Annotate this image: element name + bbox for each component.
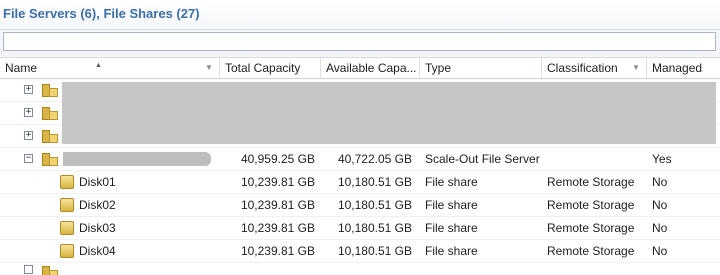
total-capacity-cell: 10,239.81 GB <box>240 244 315 258</box>
managed-cell: No <box>652 221 668 235</box>
share-row[interactable]: Disk04 10,239.81 GB 10,180.51 GB File sh… <box>0 240 720 263</box>
total-capacity-cell: 10,239.81 GB <box>240 221 315 235</box>
expand-icon[interactable]: + <box>24 130 33 140</box>
collapse-icon[interactable]: − <box>24 153 33 163</box>
share-row[interactable]: Disk01 10,239.81 GB 10,180.51 GB File sh… <box>0 171 720 194</box>
filter-bar <box>0 30 720 57</box>
managed-cell: No <box>652 244 668 258</box>
share-row[interactable]: Disk03 10,239.81 GB 10,180.51 GB File sh… <box>0 217 720 240</box>
column-header-label: Available Capa... <box>326 61 417 75</box>
managed-cell: No <box>652 175 668 189</box>
column-header-row: Name ▲ ▼ Total Capacity Available Capa..… <box>0 57 720 79</box>
filter-dropdown-icon[interactable]: ▼ <box>632 58 640 78</box>
file-share-icon <box>60 175 74 189</box>
available-capacity-cell: 10,180.51 GB <box>337 244 412 258</box>
classification-cell: Remote Storage <box>547 175 635 189</box>
managed-cell: Yes <box>652 152 672 166</box>
filter-dropdown-icon[interactable]: ▼ <box>205 58 213 78</box>
file-server-icon <box>42 151 58 167</box>
total-capacity-cell: 10,239.81 GB <box>240 198 315 212</box>
managed-cell: No <box>652 198 668 212</box>
column-header-managed[interactable]: Managed <box>647 58 720 78</box>
total-capacity-cell: 40,959.25 GB <box>240 152 315 166</box>
type-cell: File share <box>425 175 478 189</box>
server-row[interactable]: − 40,959.25 GB 40,722.05 GB Scale-Out Fi… <box>0 148 720 171</box>
share-name-cell: Disk04 <box>79 244 116 258</box>
column-header-available-capacity[interactable]: Available Capa... <box>321 58 420 78</box>
total-capacity-cell: 10,239.81 GB <box>240 175 315 189</box>
share-name-cell: Disk03 <box>79 221 116 235</box>
classification-cell: Remote Storage <box>547 198 635 212</box>
column-header-total-capacity[interactable]: Total Capacity <box>220 58 321 78</box>
type-cell: File share <box>425 198 478 212</box>
column-header-label: Type <box>425 61 452 75</box>
type-cell: File share <box>425 244 478 258</box>
column-header-classification[interactable]: Classification ▼ <box>542 58 647 78</box>
redacted-region <box>62 82 716 144</box>
column-header-label: Total Capacity <box>225 61 301 75</box>
title-bar: File Servers (6), File Shares (27) <box>0 0 720 30</box>
available-capacity-cell: 10,180.51 GB <box>337 198 412 212</box>
file-server-icon <box>42 105 58 121</box>
file-server-icon <box>42 264 58 275</box>
file-server-icon <box>42 82 58 98</box>
column-header-label: Managed <box>652 61 703 75</box>
column-header-label: Classification <box>547 61 618 75</box>
file-share-icon <box>60 244 74 258</box>
available-capacity-cell: 40,722.05 GB <box>337 152 412 166</box>
column-header-label: Name <box>5 61 38 75</box>
expand-icon[interactable] <box>24 265 33 274</box>
expand-icon[interactable]: + <box>24 84 33 94</box>
column-header-type[interactable]: Type <box>420 58 542 78</box>
server-row-partial <box>0 264 720 275</box>
column-header-name[interactable]: Name ▲ ▼ <box>0 58 220 78</box>
file-share-icon <box>60 198 74 212</box>
file-share-icon <box>60 221 74 235</box>
file-server-icon <box>42 128 58 144</box>
redacted-server-name <box>63 152 211 166</box>
expand-icon[interactable]: + <box>24 107 33 117</box>
share-row[interactable]: Disk02 10,239.81 GB 10,180.51 GB File sh… <box>0 194 720 217</box>
classification-cell: Remote Storage <box>547 244 635 258</box>
share-name-cell: Disk02 <box>79 198 116 212</box>
sort-ascending-icon: ▲ <box>95 62 102 69</box>
classification-cell: Remote Storage <box>547 221 635 235</box>
type-cell: File share <box>425 221 478 235</box>
filter-input[interactable] <box>3 32 716 51</box>
type-cell: Scale-Out File Server <box>425 152 540 166</box>
available-capacity-cell: 10,180.51 GB <box>337 175 412 189</box>
available-capacity-cell: 10,180.51 GB <box>337 221 412 235</box>
share-name-cell: Disk01 <box>79 175 116 189</box>
page-title: File Servers (6), File Shares (27) <box>3 6 200 21</box>
